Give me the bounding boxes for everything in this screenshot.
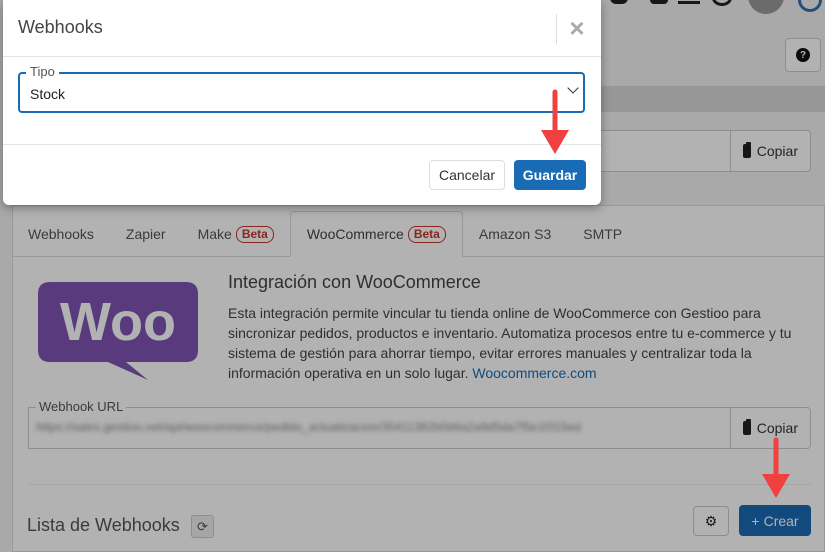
webhooks-modal: Webhooks × Tipo Stock Cancelar Guardar: [3, 0, 601, 205]
type-legend: Tipo: [26, 64, 59, 79]
header-separator: [556, 14, 557, 44]
modal-title: Webhooks: [18, 17, 103, 37]
type-selected-value: Stock: [30, 86, 66, 102]
cancel-button[interactable]: Cancelar: [429, 160, 505, 190]
modal-header: Webhooks ×: [3, 0, 601, 57]
save-button[interactable]: Guardar: [514, 160, 586, 190]
type-select[interactable]: [18, 72, 585, 113]
annotation-arrow-save: [541, 89, 569, 154]
annotation-arrow-create: [762, 437, 790, 498]
footer-divider: [3, 144, 601, 145]
close-icon[interactable]: ×: [564, 14, 590, 42]
